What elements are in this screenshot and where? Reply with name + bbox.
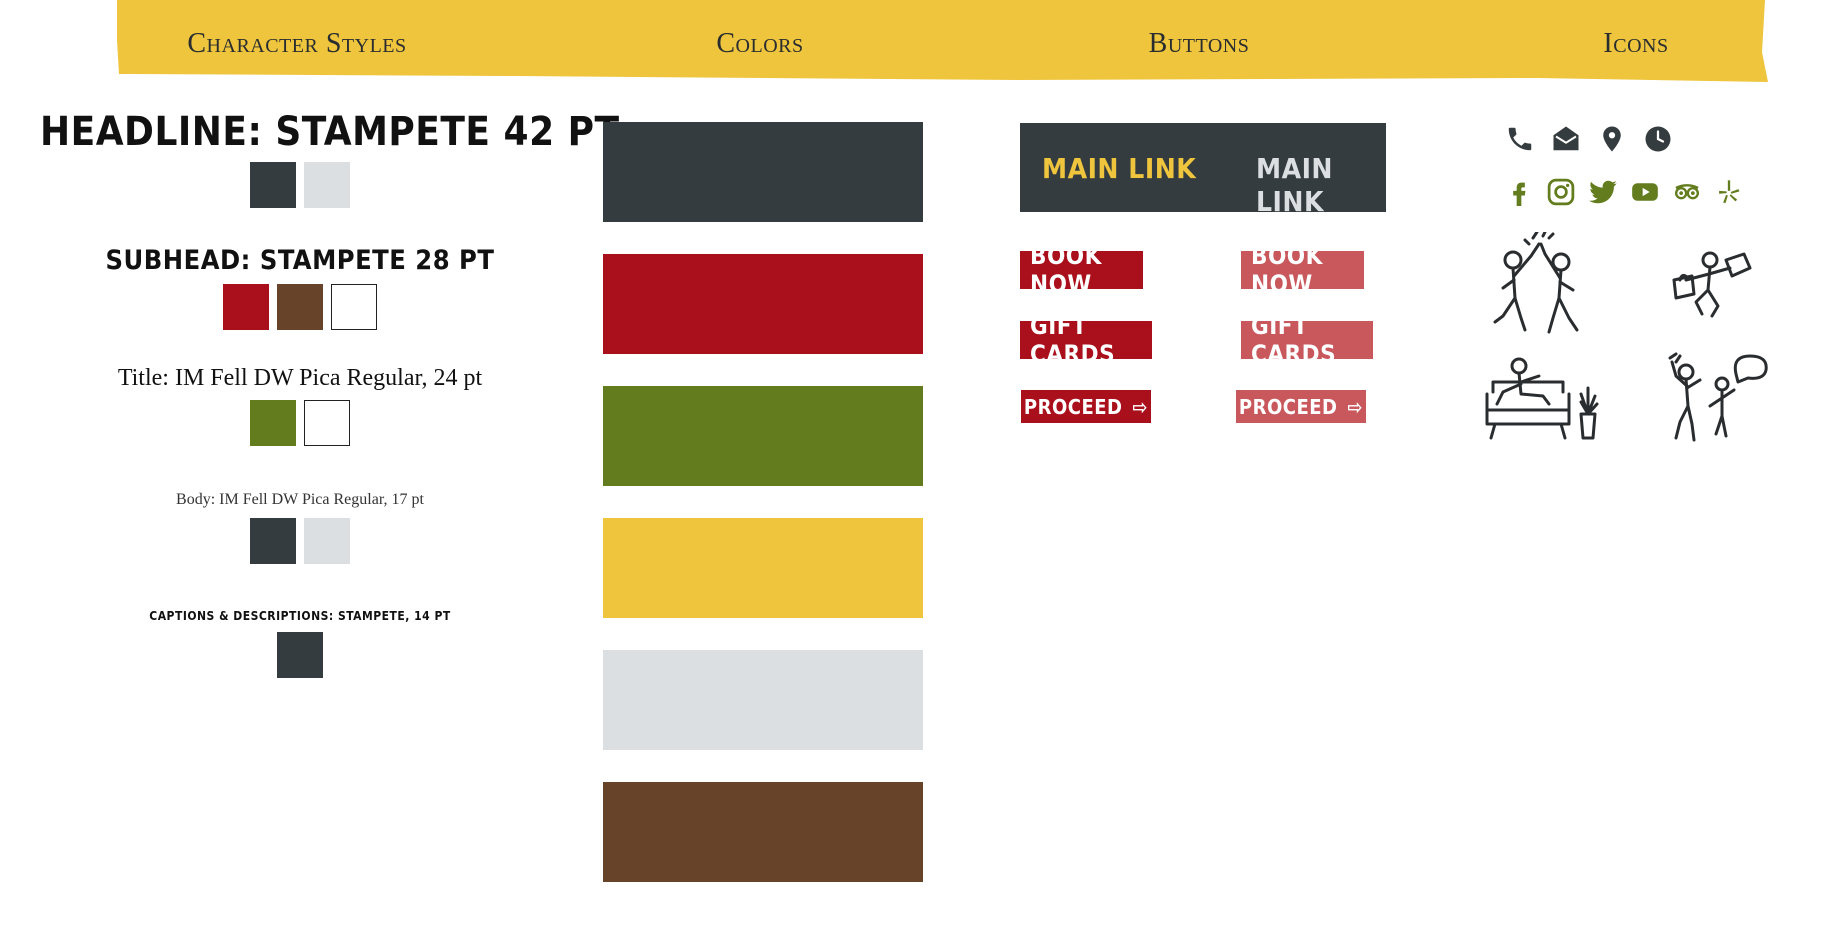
main-link-active[interactable]: MAIN LINK xyxy=(1042,152,1196,185)
caption-sample: CAPTIONS & DESCRIPTIONS: STAMPETE, 14 PT xyxy=(149,609,451,623)
couch-relaxing-illustration xyxy=(1485,352,1611,448)
proceed-label: PROCEED xyxy=(1023,394,1123,419)
shopping-illustration xyxy=(1668,250,1754,326)
subhead-style: SUBHEAD: STAMPETE 28 PT xyxy=(40,246,560,330)
gift-cards-button[interactable]: GIFT CARDS xyxy=(1020,312,1152,368)
header-banner: Character Styles Colors Buttons Icons xyxy=(117,0,1768,82)
swatch-green xyxy=(250,400,296,446)
swatch-red xyxy=(223,284,269,330)
swatch-brown xyxy=(277,284,323,330)
main-nav-demo: MAIN LINK MAIN LINK xyxy=(1020,123,1386,218)
arrow-right-icon: ⇨ xyxy=(1347,394,1364,419)
youtube-icon[interactable] xyxy=(1628,175,1662,209)
section-heading-buttons: Buttons xyxy=(1148,28,1250,59)
contact-icons-row xyxy=(1503,122,1675,156)
proceed-hover-label: PROCEED xyxy=(1238,394,1338,419)
swatch-dark-slate xyxy=(250,162,296,208)
section-heading-icons: Icons xyxy=(1603,28,1669,59)
book-now-button-hover[interactable]: BOOK NOW xyxy=(1241,242,1364,298)
main-link-default[interactable]: MAIN LINK xyxy=(1256,152,1386,218)
proceed-button[interactable]: PROCEED ⇨ xyxy=(1021,390,1151,423)
caption-swatches xyxy=(40,632,560,678)
body-swatches xyxy=(40,518,560,564)
headline-style: HEADLINE: STAMPETE 42 PT xyxy=(40,109,620,208)
subhead-sample: SUBHEAD: STAMPETE 28 PT xyxy=(105,245,495,276)
talking-illustration xyxy=(1660,350,1770,450)
swatch-dark-slate xyxy=(277,632,323,678)
instagram-icon[interactable] xyxy=(1544,175,1578,209)
title-swatches xyxy=(40,400,560,446)
color-swatch-light-gray xyxy=(603,650,923,750)
arrow-right-icon: ⇨ xyxy=(1132,394,1149,419)
social-icons-row xyxy=(1502,175,1746,209)
section-heading-character-styles: Character Styles xyxy=(187,28,407,59)
title-style: Title: IM Fell DW Pica Regular, 24 pt xyxy=(40,364,560,446)
swatch-white xyxy=(304,400,350,446)
facebook-icon[interactable] xyxy=(1502,175,1536,209)
color-swatch-green xyxy=(603,386,923,486)
color-swatch-dark-slate xyxy=(603,122,923,222)
book-now-hover-label: BOOK NOW xyxy=(1251,242,1323,298)
swatch-light-gray xyxy=(304,162,350,208)
phone-icon[interactable] xyxy=(1503,122,1537,156)
gift-cards-hover-label: GIFT CARDS xyxy=(1251,312,1337,368)
section-heading-colors: Colors xyxy=(716,28,804,59)
headline-sample: HEADLINE: STAMPETE 42 PT xyxy=(40,109,620,155)
tripadvisor-icon[interactable] xyxy=(1670,175,1704,209)
headline-swatches xyxy=(40,162,560,208)
body-style: Body: IM Fell DW Pica Regular, 17 pt xyxy=(40,490,560,564)
yelp-icon[interactable] xyxy=(1712,175,1746,209)
gift-cards-label: GIFT CARDS xyxy=(1030,312,1116,368)
body-sample: Body: IM Fell DW Pica Regular, 17 pt xyxy=(176,491,424,508)
swatch-dark-slate xyxy=(250,518,296,564)
envelope-icon[interactable] xyxy=(1549,122,1583,156)
gift-cards-button-hover[interactable]: GIFT CARDS xyxy=(1241,312,1373,368)
book-now-button[interactable]: BOOK NOW xyxy=(1020,242,1143,298)
map-pin-icon[interactable] xyxy=(1595,122,1629,156)
twitter-icon[interactable] xyxy=(1586,175,1620,209)
character-styles-column: HEADLINE: STAMPETE 42 PT SUBHEAD: STAMPE… xyxy=(40,109,620,678)
color-swatch-red xyxy=(603,254,923,354)
proceed-button-hover[interactable]: PROCEED ⇨ xyxy=(1236,390,1366,423)
high-five-illustration xyxy=(1485,230,1597,346)
clock-icon[interactable] xyxy=(1641,122,1675,156)
color-swatch-brown xyxy=(603,782,923,882)
book-now-label: BOOK NOW xyxy=(1030,242,1102,298)
swatch-light-gray xyxy=(304,518,350,564)
color-swatch-yellow xyxy=(603,518,923,618)
subhead-swatches xyxy=(40,284,560,330)
caption-style: CAPTIONS & DESCRIPTIONS: STAMPETE, 14 PT xyxy=(40,608,560,678)
swatch-white xyxy=(331,284,377,330)
title-sample: Title: IM Fell DW Pica Regular, 24 pt xyxy=(117,365,483,391)
